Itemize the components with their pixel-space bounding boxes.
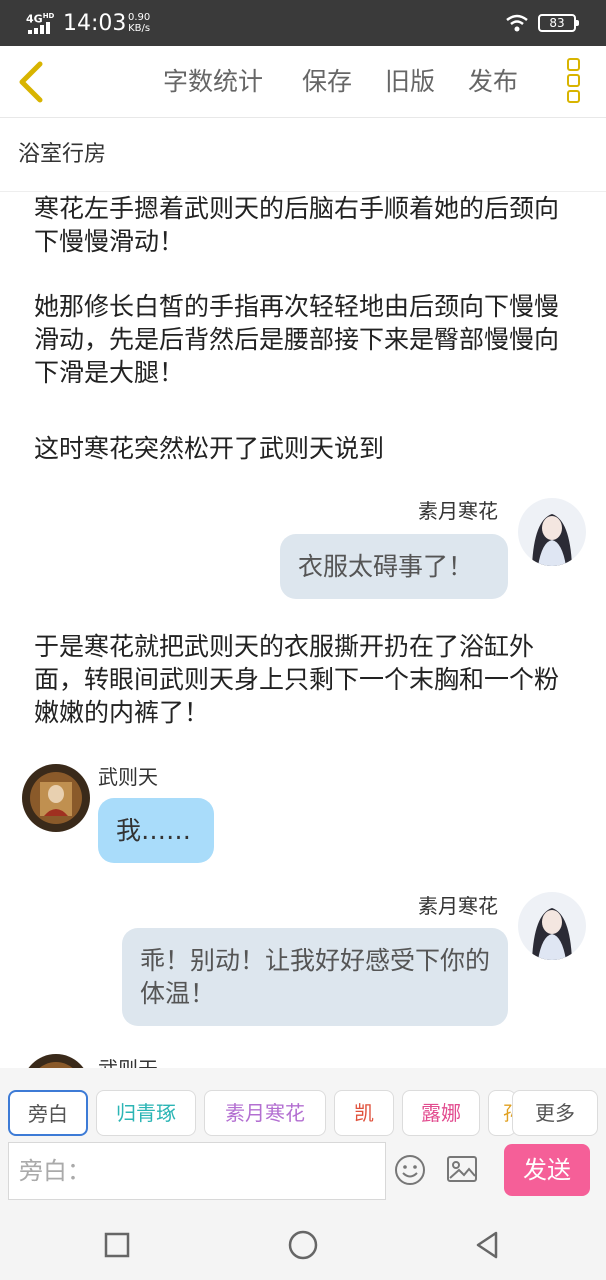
- system-nav-bar: [0, 1210, 606, 1280]
- back-button[interactable]: [14, 60, 50, 104]
- recent-apps-icon[interactable]: [100, 1228, 134, 1262]
- input-bar: 旁白： 发送: [0, 1140, 606, 1210]
- character-chip[interactable]: 归青琢: [96, 1090, 196, 1136]
- character-chip[interactable]: 凯: [334, 1090, 394, 1136]
- chip-label: 露娜: [421, 1101, 461, 1125]
- avatar[interactable]: [518, 498, 586, 566]
- chip-label: 凯: [354, 1101, 374, 1125]
- chip-label: 素月寒花: [225, 1101, 305, 1125]
- send-button[interactable]: 发送: [504, 1144, 590, 1196]
- home-icon[interactable]: [286, 1228, 320, 1262]
- word-count-button[interactable]: 字数统计: [163, 64, 263, 100]
- speed-value: 0.90: [128, 12, 151, 23]
- back-nav-icon[interactable]: [470, 1228, 504, 1262]
- image-icon[interactable]: [446, 1154, 478, 1184]
- dialog-bubble[interactable]: 衣服太碍事了！: [280, 534, 508, 599]
- publish-button[interactable]: 发布: [468, 64, 518, 100]
- chip-label: 旁白: [28, 1102, 68, 1126]
- avatar[interactable]: [22, 764, 90, 832]
- story-content[interactable]: 寒花左手摁着武则天的后脑右手顺着她的后颈向下慢慢滑动！ 她那修长白皙的手指再次轻…: [0, 192, 606, 1068]
- character-selector: 旁白 归青琢 素月寒花 凯 露娜 孙 更多: [0, 1068, 606, 1148]
- narration-text: 于是寒花就把武则天的衣服撕开扔在了浴缸外面，转眼间武则天身上只剩下一个末胸和一个…: [34, 632, 560, 727]
- chip-label: 归青琢: [116, 1101, 176, 1125]
- wifi-icon: [506, 14, 528, 32]
- battery-icon: 83: [538, 14, 579, 32]
- speaker-name: 素月寒花: [418, 499, 498, 523]
- dialog-bubble[interactable]: 乖！别动！让我好好感受下你的体温！: [122, 928, 508, 1026]
- message-input[interactable]: 旁白：: [8, 1142, 386, 1200]
- speaker-name: 武则天: [98, 765, 158, 789]
- more-menu-icon[interactable]: [562, 58, 584, 106]
- signal-icon: [28, 22, 50, 34]
- emoji-icon[interactable]: [394, 1154, 426, 1186]
- editor-toolbar: 字数统计 保存 旧版 发布: [0, 46, 606, 118]
- character-chip[interactable]: 露娜: [402, 1090, 480, 1136]
- narration-text: 这时寒花突然松开了武则天说到: [34, 434, 385, 463]
- chapter-header: 浴室行房: [0, 118, 606, 192]
- more-characters-button[interactable]: 更多: [512, 1090, 598, 1136]
- character-chip-narrator[interactable]: 旁白: [8, 1090, 88, 1136]
- narration-text: 寒花左手摁着武则天的后脑右手顺着她的后颈向下慢慢滑动！: [34, 194, 560, 256]
- speaker-name: 武则天: [98, 1056, 158, 1068]
- character-chip[interactable]: 素月寒花: [204, 1090, 326, 1136]
- speaker-name: 素月寒花: [418, 894, 498, 918]
- network-sub: HD: [42, 12, 55, 20]
- narration-text: 她那修长白皙的手指再次轻轻地由后颈向下慢慢滑动，先是后背然后是腰部接下来是臀部慢…: [34, 292, 560, 387]
- speed-unit: KB/s: [128, 23, 151, 34]
- avatar[interactable]: [22, 1054, 90, 1068]
- chapter-title[interactable]: 浴室行房: [18, 140, 106, 170]
- dialog-bubble[interactable]: 我……: [98, 798, 214, 863]
- clock: 14:03: [63, 11, 127, 36]
- old-version-button[interactable]: 旧版: [385, 64, 435, 100]
- avatar[interactable]: [518, 892, 586, 960]
- network-speed: 0.90 KB/s: [128, 12, 150, 34]
- status-bar: 4GHD 14:03 0.90 KB/s 83: [0, 0, 606, 46]
- save-button[interactable]: 保存: [302, 64, 352, 100]
